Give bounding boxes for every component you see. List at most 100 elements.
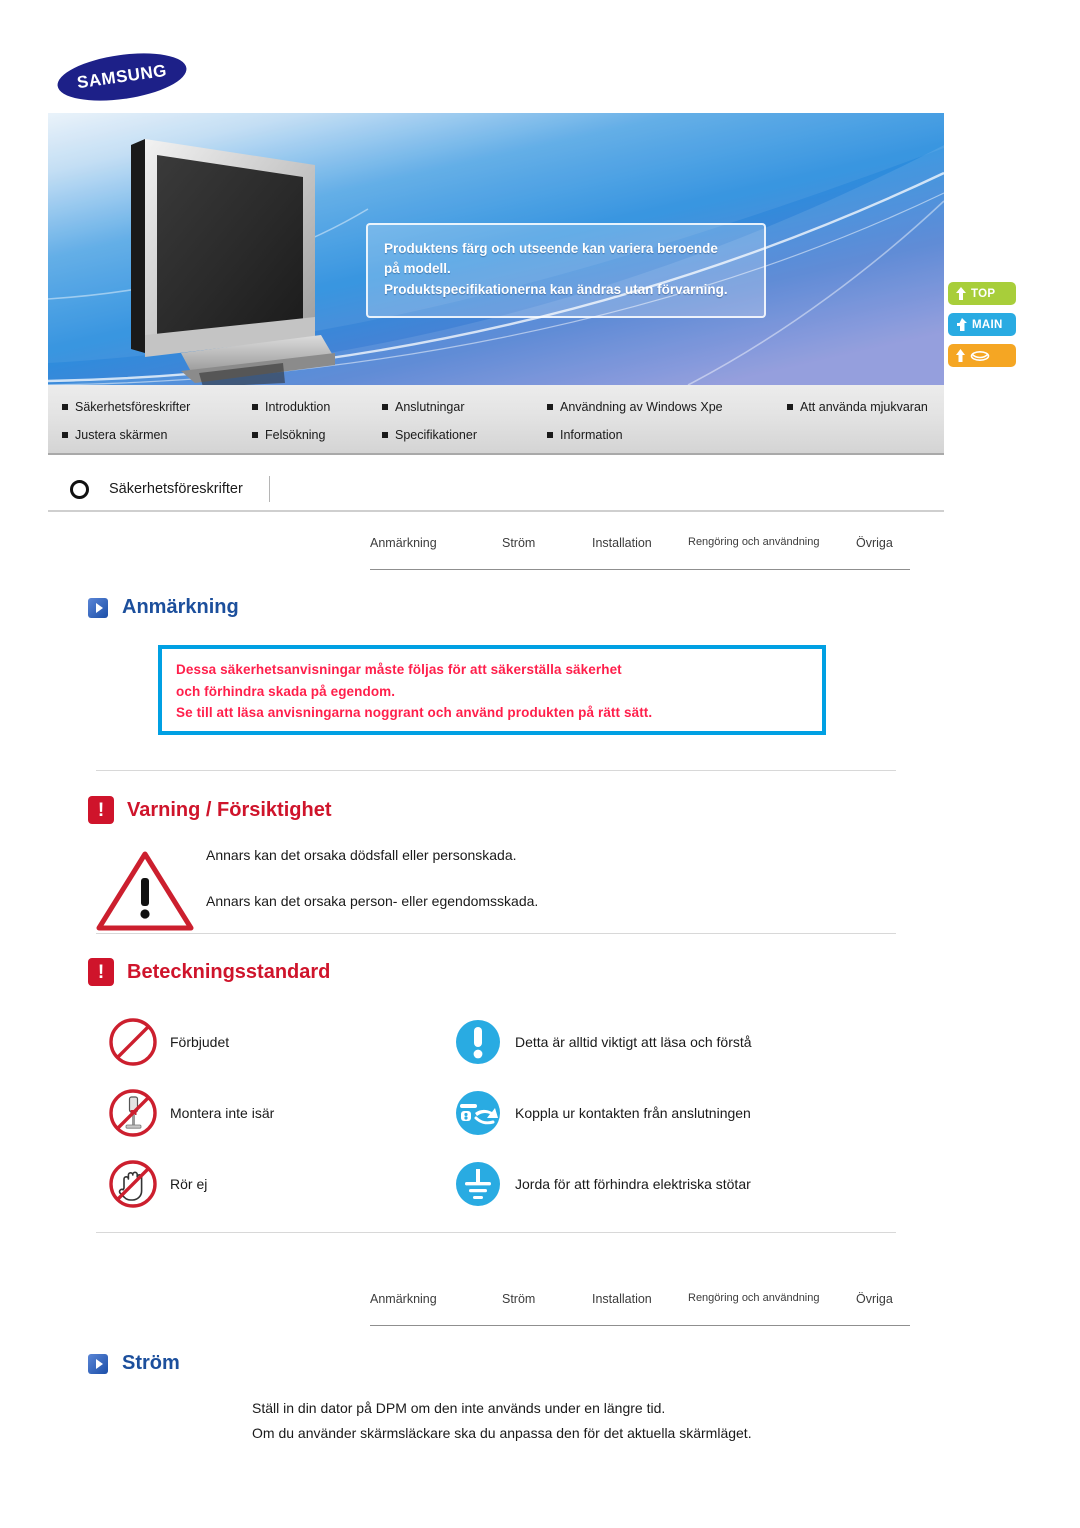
do-not-touch-icon: [109, 1159, 157, 1208]
bullet-icon: [62, 404, 68, 410]
play-arrow-icon: [88, 1353, 108, 1374]
symbol-legend-table: Förbjudet Detta är alltid viktigt att lä…: [96, 1006, 896, 1219]
heading-anmarkning-label: Anmärkning: [122, 596, 239, 618]
breadcrumb-label: Säkerhetsföreskrifter: [109, 481, 243, 497]
legend-label: Jorda för att förhindra elektriska stöta…: [515, 1175, 751, 1192]
notice-line-2: och förhindra skada på egendom.: [176, 683, 396, 699]
tab-strom-bottom[interactable]: Ström: [502, 1290, 592, 1306]
tab-rengoring-och-anvandning[interactable]: Rengöring och användning: [688, 534, 856, 548]
nav-label: Säkerhetsföreskrifter: [75, 400, 191, 414]
nav-label: Anslutningar: [395, 400, 465, 414]
ring-icon: [70, 479, 89, 499]
legend-cell-forbjudet: Förbjudet: [96, 1016, 441, 1068]
breadcrumb: Säkerhetsföreskrifter: [48, 468, 944, 512]
nav-label: Användning av Windows Xpe: [560, 400, 723, 414]
tab-installation[interactable]: Installation: [592, 534, 688, 550]
no-disassembly-icon-wrap: [96, 1087, 170, 1139]
table-row: Montera inte isär Koppla ur kontakten fr…: [96, 1077, 896, 1148]
sub-tabs-top: Anmärkning Ström Installation Rengöring …: [370, 534, 910, 570]
table-row: Rör ej Jorda för att förhindra elektrisk…: [96, 1148, 896, 1219]
nav-label: Justera skärmen: [75, 428, 168, 442]
bullet-icon: [62, 432, 68, 438]
nav-label: Felsökning: [265, 428, 326, 442]
legend-label: Koppla ur kontakten från anslutningen: [515, 1104, 751, 1121]
legend-cell-jorda: Jorda för att förhindra elektriska stöta…: [441, 1159, 861, 1209]
top-button-label: TOP: [971, 287, 996, 300]
nav-item-att-anvanda-mjukvaran[interactable]: Att använda mjukvaran: [787, 400, 928, 414]
nav-label: Att använda mjukvaran: [800, 400, 928, 414]
notice-line-3: Se till att läsa anvisningarna noggrant …: [176, 705, 653, 721]
notice-line-1: Dessa säkerhetsanvisningar måste följas …: [176, 662, 622, 677]
prev-link-button[interactable]: [948, 344, 1016, 367]
strom-body-text: Ställ in din dator på DPM om den inte an…: [252, 1398, 952, 1448]
ground-icon: [456, 1161, 500, 1206]
no-disassembly-icon: [109, 1088, 157, 1137]
bullet-icon: [547, 404, 553, 410]
nav-item-felsokning[interactable]: Felsökning: [252, 428, 382, 442]
heading-varning-label: Varning / Försiktighet: [127, 798, 332, 821]
main-button[interactable]: MAIN: [948, 313, 1016, 336]
prohibited-icon-wrap: [96, 1016, 170, 1068]
section-divider: [96, 770, 896, 771]
legend-cell-viktigt: Detta är alltid viktigt att läsa och för…: [441, 1017, 861, 1067]
callout-line-2: på modell.: [384, 261, 451, 277]
tab-ovriga-bottom[interactable]: Övriga: [856, 1290, 910, 1306]
legend-cell-montera-inte-isar: Montera inte isär: [96, 1087, 441, 1139]
legend-label: Förbjudet: [170, 1033, 230, 1050]
arrow-up-icon: [956, 349, 965, 362]
heading-strom-label: Ström: [122, 1352, 180, 1374]
warning-lines: Annars kan det orsaka dödsfall eller per…: [206, 845, 538, 939]
bullet-icon: [252, 432, 258, 438]
tab-ovriga[interactable]: Övriga: [856, 534, 910, 550]
hero-banner: Produktens färg och utseende kan variera…: [48, 113, 944, 385]
heading-varning-forsiktighet: ! Varning / Försiktighet: [88, 796, 331, 824]
top-button[interactable]: TOP: [948, 282, 1016, 305]
exclamation-box-icon: !: [88, 796, 114, 824]
tab-installation-bottom[interactable]: Installation: [592, 1290, 688, 1306]
main-nav-row-2: Justera skärmen Felsökning Specifikation…: [62, 421, 944, 449]
warning-triangle-icon: [96, 851, 194, 931]
section-divider: [96, 933, 896, 934]
bullet-icon: [787, 404, 793, 410]
legend-label: Rör ej: [170, 1175, 208, 1192]
heading-beteckningsstandard: ! Beteckningsstandard: [88, 958, 330, 986]
sub-tabs-bottom: Anmärkning Ström Installation Rengöring …: [370, 1290, 910, 1326]
tab-strom[interactable]: Ström: [502, 534, 592, 550]
bullet-icon: [382, 404, 388, 410]
nav-item-sakerhetsforeskrifter[interactable]: Säkerhetsföreskrifter: [62, 400, 252, 414]
callout-line-1: Produktens färg och utseende kan variera…: [384, 241, 718, 256]
nav-item-justera-skarmen[interactable]: Justera skärmen: [62, 428, 252, 442]
unplug-icon: [456, 1090, 500, 1135]
table-row: Förbjudet Detta är alltid viktigt att lä…: [96, 1006, 896, 1077]
legend-cell-koppla-ur: Koppla ur kontakten från anslutningen: [441, 1088, 861, 1138]
legend-cell-ror-ej: Rör ej: [96, 1158, 441, 1210]
bullet-icon: [252, 404, 258, 410]
breadcrumb-divider: [268, 476, 270, 502]
nav-label: Specifikationer: [395, 428, 477, 442]
unplug-icon-wrap: [441, 1088, 515, 1138]
legend-label: Montera inte isär: [170, 1104, 275, 1121]
nav-label: Introduktion: [265, 400, 331, 414]
bullet-icon: [547, 432, 553, 438]
tab-anmarkning-bottom[interactable]: Anmärkning: [370, 1290, 502, 1306]
do-not-touch-icon-wrap: [96, 1158, 170, 1210]
strom-line-1: Ställ in din dator på DPM om den inte an…: [252, 1400, 666, 1416]
tab-anmarkning[interactable]: Anmärkning: [370, 534, 502, 550]
nav-label: Information: [560, 428, 623, 442]
nav-item-anslutningar[interactable]: Anslutningar: [382, 400, 547, 414]
arrow-up-link-icon: [970, 351, 990, 361]
nav-item-introduktion[interactable]: Introduktion: [252, 400, 382, 414]
legend-label: Detta är alltid viktigt att läsa och för…: [515, 1033, 752, 1050]
important-exclamation-icon: [456, 1019, 500, 1064]
main-button-label: MAIN: [972, 318, 1003, 331]
tab-rengoring-och-anvandning-bottom[interactable]: Rengöring och användning: [688, 1290, 856, 1304]
nav-item-anvandning-av-windows-xpe[interactable]: Användning av Windows Xpe: [547, 400, 787, 414]
warning-block: Annars kan det orsaka dödsfall eller per…: [96, 845, 856, 939]
ground-icon-wrap: [441, 1159, 515, 1209]
nav-item-information[interactable]: Information: [547, 428, 623, 442]
nav-item-specifikationer[interactable]: Specifikationer: [382, 428, 547, 442]
logo-text: SAMSUNG: [75, 60, 169, 93]
heading-beteckningsstandard-label: Beteckningsstandard: [127, 960, 331, 983]
samsung-logo: SAMSUNG: [54, 46, 190, 108]
warning-triangle-wrap: [96, 845, 206, 939]
